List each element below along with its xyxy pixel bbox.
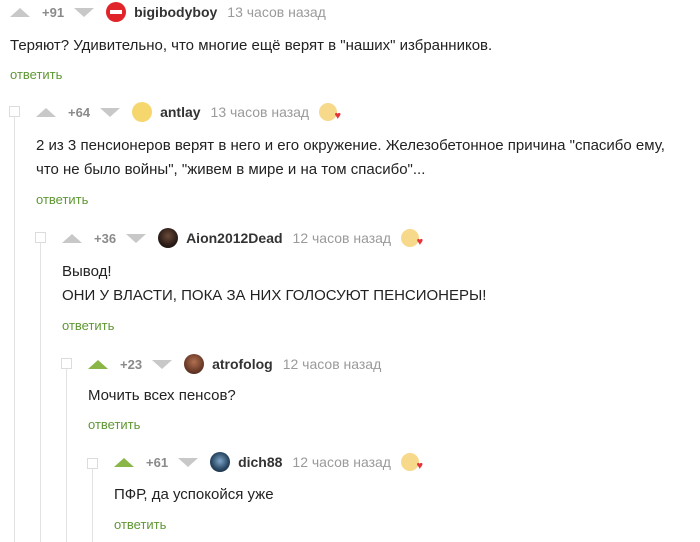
comment-time[interactable]: 12 часов назад [283, 356, 382, 372]
comment-text-line: ОНИ У ВЛАСТИ, ПОКА ЗА НИХ ГОЛОСУЮТ ПЕНСИ… [62, 287, 487, 304]
emoji-avatar[interactable] [132, 102, 153, 122]
comment-header: +61 dich88 12 часов назад ♥ [114, 450, 423, 474]
downvote-icon[interactable] [152, 359, 173, 369]
comment-header: +91 bigibodyboy 13 часов назад [10, 0, 326, 24]
downvote-icon[interactable] [126, 233, 147, 243]
comment-author[interactable]: bigibodyboy [134, 4, 217, 20]
comment-score: +64 [68, 104, 91, 120]
comment-author[interactable]: atrofolog [212, 356, 273, 372]
downvote-icon[interactable] [74, 7, 95, 17]
comment-score: +91 [42, 4, 65, 20]
user-avatar[interactable] [158, 228, 179, 248]
comment-time[interactable]: 13 часов назад [227, 4, 326, 20]
downvote-icon[interactable] [178, 457, 199, 467]
comment-text: 2 из 3 пенсионеров верят в него и его ок… [36, 134, 665, 182]
comment-text-line: что не было войны", "живем в мире и на т… [36, 161, 426, 178]
reply-link[interactable]: ответить [114, 517, 166, 532]
collapse-thread-button[interactable] [61, 358, 72, 369]
comment-text: ПФР, да успокойся уже [114, 483, 274, 507]
collapse-thread-button[interactable] [87, 458, 98, 469]
upvote-icon[interactable] [62, 233, 82, 243]
upvote-icon[interactable] [36, 107, 56, 117]
collapse-thread-button[interactable] [35, 232, 46, 243]
user-avatar[interactable] [184, 354, 205, 374]
upvote-icon[interactable] [10, 7, 30, 17]
comment-time[interactable]: 12 часов назад [292, 454, 391, 470]
comment-score: +23 [120, 356, 143, 372]
reply-link[interactable]: ответить [62, 318, 114, 333]
comment-header: +64 antlay 13 часов назад ♥ [36, 100, 341, 124]
comment-time[interactable]: 12 часов назад [293, 230, 392, 246]
comment-text-line: Теряют? Удивительно, что многие ещё веря… [10, 37, 493, 54]
heart-emoji-icon: ♥ [319, 102, 341, 122]
comment-author[interactable]: dich88 [238, 454, 282, 470]
comment-author[interactable]: Aion2012Dead [186, 230, 282, 246]
comment-text: Вывод! ОНИ У ВЛАСТИ, ПОКА ЗА НИХ ГОЛОСУЮ… [62, 260, 486, 308]
comment-text: Теряют? Удивительно, что многие ещё веря… [10, 34, 492, 58]
comment-score: +61 [146, 454, 169, 470]
reply-link[interactable]: ответить [36, 192, 88, 207]
upvote-icon[interactable] [88, 359, 108, 369]
thread-line [40, 236, 41, 542]
thread-line [92, 462, 93, 542]
heart-emoji-icon: ♥ [400, 452, 423, 472]
user-avatar[interactable] [210, 452, 231, 472]
thread-line [14, 110, 15, 542]
comment-author[interactable]: antlay [160, 104, 200, 120]
comment-header: +36 Aion2012Dead 12 часов назад ♥ [62, 226, 423, 250]
comment-text: Мочить всех пенсов? [88, 384, 236, 408]
reply-link[interactable]: ответить [88, 417, 140, 432]
downvote-icon[interactable] [100, 107, 121, 117]
comment-text-line: 2 из 3 пенсионеров верят в него и его ок… [36, 137, 665, 154]
comment-text-line: Мочить всех пенсов? [88, 387, 236, 404]
comment-text-line: ПФР, да успокойся уже [114, 486, 274, 503]
comment-time[interactable]: 13 часов назад [211, 104, 310, 120]
upvote-icon[interactable] [114, 457, 134, 467]
reply-link[interactable]: ответить [10, 67, 62, 82]
comment-header: +23 atrofolog 12 часов назад [88, 352, 381, 376]
collapse-thread-button[interactable] [9, 106, 20, 117]
no-entry-icon[interactable] [106, 2, 127, 22]
comment-text-line: Вывод! [62, 263, 112, 280]
comment-score: +36 [94, 230, 117, 246]
heart-emoji-icon: ♥ [401, 228, 423, 248]
thread-line [66, 362, 67, 542]
